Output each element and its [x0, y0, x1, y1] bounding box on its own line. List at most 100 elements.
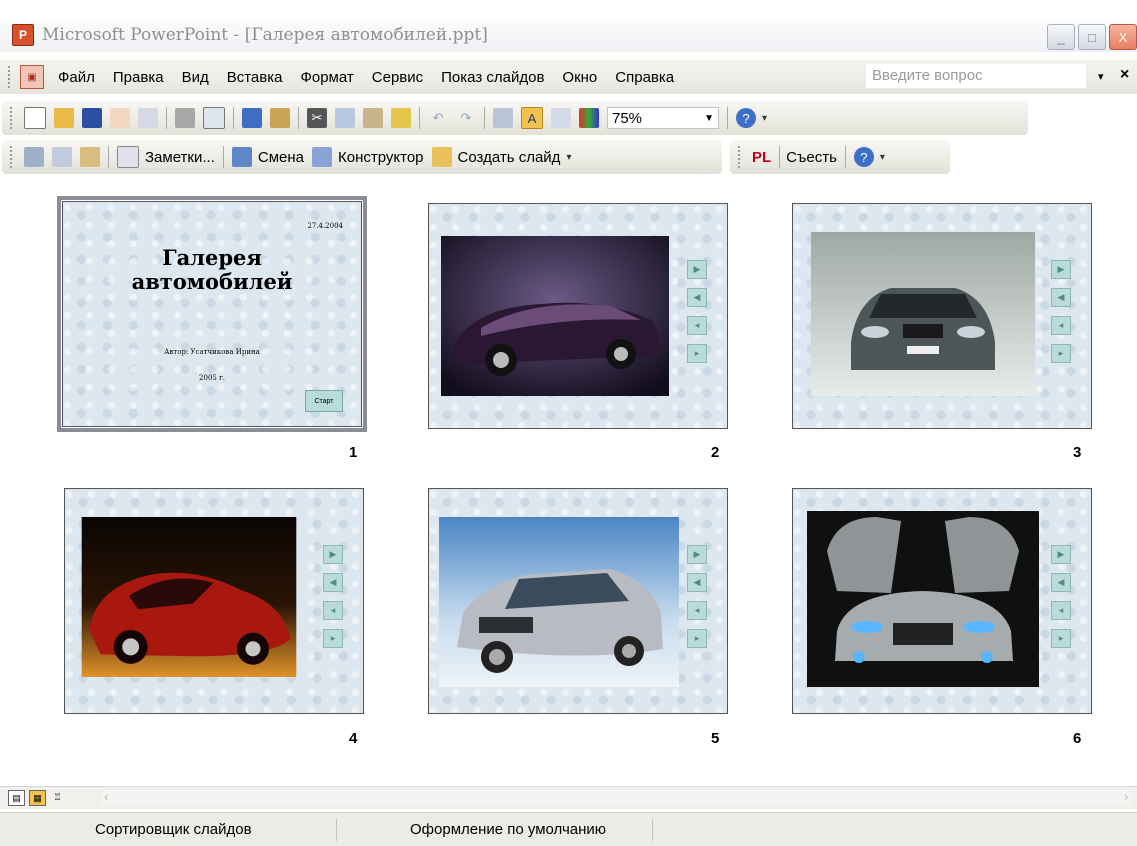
- slide-title-line2: автомобилей: [131, 269, 293, 294]
- slide-number-5: 5: [711, 730, 720, 747]
- window-controls: _ □ X: [1047, 24, 1137, 50]
- back-icon: ◀: [1051, 288, 1071, 307]
- separator: [233, 107, 234, 129]
- status-view: Сортировщик слайдов: [95, 821, 252, 838]
- slide-thumbnail-3[interactable]: ▶ ◀ ◂ ▸: [792, 203, 1092, 429]
- status-design: Оформление по умолчанию: [410, 821, 607, 838]
- cut-icon[interactable]: ✂: [307, 108, 327, 128]
- design-button[interactable]: Конструктор: [338, 149, 424, 166]
- grip-handle[interactable]: [8, 66, 14, 88]
- separator: [222, 146, 224, 168]
- start-button: Старт: [305, 390, 343, 412]
- format-painter-icon[interactable]: [391, 108, 411, 128]
- standard-toolbar: ✂ ↶ ↷ A 75% ▼ ? ▾: [2, 101, 1028, 135]
- slide-sorter-view-icon[interactable]: ▦: [29, 790, 46, 806]
- eat-button[interactable]: Съесть: [786, 149, 837, 166]
- toolbar-options-icon[interactable]: ▾: [566, 152, 571, 163]
- close-document-icon[interactable]: ×: [1120, 66, 1129, 84]
- zoom-select[interactable]: 75% ▼: [607, 107, 719, 129]
- end-icon: ▸: [1051, 344, 1071, 363]
- slide-thumbnail-4[interactable]: ▶ ◀ ◂ ▸: [64, 488, 364, 714]
- notes-button[interactable]: Заметки...: [145, 149, 215, 166]
- slide-thumbnail-1[interactable]: 27.4.2004 Галерея автомобилей Автор: Уса…: [57, 196, 367, 432]
- slide-year: 2005 г.: [199, 374, 225, 382]
- menu-view[interactable]: Вид: [182, 69, 209, 86]
- slide-thumbnail-2[interactable]: ▶ ◀ ◂ ▸: [428, 203, 728, 429]
- help-icon[interactable]: ?: [853, 147, 874, 167]
- menu-window[interactable]: Окно: [562, 69, 597, 86]
- paste-icon[interactable]: [363, 108, 383, 128]
- redo-icon[interactable]: ↷: [456, 108, 476, 128]
- slide-nav-buttons: ▶ ◀ ◂ ▸: [323, 545, 343, 657]
- extra-toolbar: PL Съесть ? ▾: [730, 140, 950, 174]
- menu-file[interactable]: Файл: [58, 69, 95, 86]
- email-icon[interactable]: [138, 108, 158, 128]
- ask-question-input[interactable]: Введите вопрос: [866, 64, 1086, 88]
- slide-number-1: 1: [349, 444, 358, 461]
- new-slide-icon: [431, 147, 452, 167]
- save-icon[interactable]: [82, 108, 102, 128]
- scroll-right-icon[interactable]: ›: [1124, 789, 1128, 804]
- document-icon[interactable]: ▣: [20, 65, 44, 89]
- slide-number-4: 4: [349, 730, 358, 747]
- slideshow-view-icon[interactable]: ♖: [50, 790, 65, 804]
- car-photo: [811, 232, 1035, 396]
- new-slide-button[interactable]: Создать слайд: [458, 149, 561, 166]
- menu-edit[interactable]: Правка: [113, 69, 164, 86]
- color-icon[interactable]: [579, 108, 599, 128]
- undo-icon[interactable]: ↶: [428, 108, 448, 128]
- car-photo: [807, 511, 1039, 687]
- pl-button[interactable]: PL: [752, 149, 771, 166]
- spelling-icon[interactable]: [242, 108, 262, 128]
- print-preview-icon[interactable]: [203, 107, 225, 129]
- design-icon: [312, 147, 332, 167]
- ask-dropdown-icon[interactable]: ▾: [1098, 70, 1104, 83]
- notes-icon: [117, 146, 139, 168]
- grip-handle[interactable]: [10, 107, 16, 129]
- menu-format[interactable]: Формат: [300, 69, 353, 86]
- print-icon[interactable]: [175, 108, 195, 128]
- grid-icon[interactable]: [551, 108, 571, 128]
- grip-handle[interactable]: [10, 146, 16, 168]
- separator: [298, 107, 299, 129]
- previous-icon: ◂: [1051, 601, 1071, 620]
- rehearse-timings-icon[interactable]: [52, 147, 72, 167]
- expand-icon[interactable]: [493, 108, 513, 128]
- minimize-button[interactable]: _: [1047, 24, 1075, 50]
- slide-thumbnail-5[interactable]: ▶ ◀ ◂ ▸: [428, 488, 728, 714]
- previous-icon: ◂: [687, 601, 707, 620]
- help-icon[interactable]: ?: [736, 108, 756, 128]
- research-icon[interactable]: [270, 108, 290, 128]
- maximize-button[interactable]: □: [1078, 24, 1106, 50]
- normal-view-icon[interactable]: ▤: [8, 790, 25, 806]
- toolbar-options-icon[interactable]: ▾: [880, 152, 885, 163]
- open-icon[interactable]: [54, 108, 74, 128]
- play-icon: ▶: [1051, 260, 1071, 279]
- slide-thumbnail-6[interactable]: ▶ ◀ ◂ ▸: [792, 488, 1092, 714]
- slide-nav-buttons: ▶ ◀ ◂ ▸: [687, 545, 707, 657]
- menu-tools[interactable]: Сервис: [372, 69, 423, 86]
- transition-button[interactable]: Смена: [258, 149, 304, 166]
- menu-slideshow[interactable]: Показ слайдов: [441, 69, 544, 86]
- horizontal-scrollbar[interactable]: [102, 790, 1132, 806]
- menu-insert[interactable]: Вставка: [227, 69, 283, 86]
- menu-bar: ▣ Файл Правка Вид Вставка Формат Сервис …: [0, 60, 1137, 94]
- menu-help[interactable]: Справка: [615, 69, 674, 86]
- show-formatting-icon[interactable]: A: [521, 107, 543, 129]
- close-button[interactable]: X: [1109, 24, 1137, 50]
- separator: [108, 146, 109, 168]
- grip-handle[interactable]: [738, 146, 744, 168]
- new-icon[interactable]: [24, 107, 46, 129]
- summary-slide-icon[interactable]: [80, 147, 100, 167]
- toolbar-options-icon[interactable]: ▾: [762, 113, 767, 124]
- end-icon: ▸: [687, 629, 707, 648]
- copy-icon[interactable]: [335, 108, 355, 128]
- permission-icon[interactable]: [110, 108, 130, 128]
- previous-icon: ◂: [1051, 316, 1071, 335]
- view-bar: ▤ ▦ ♖ ‹ ›: [0, 786, 1137, 809]
- powerpoint-app-icon[interactable]: P: [12, 24, 34, 46]
- scroll-left-icon[interactable]: ‹: [104, 789, 108, 804]
- hide-slide-icon[interactable]: [24, 147, 44, 167]
- window-title: Microsoft PowerPoint - [Галерея автомоби…: [42, 25, 488, 45]
- back-icon: ◀: [687, 573, 707, 592]
